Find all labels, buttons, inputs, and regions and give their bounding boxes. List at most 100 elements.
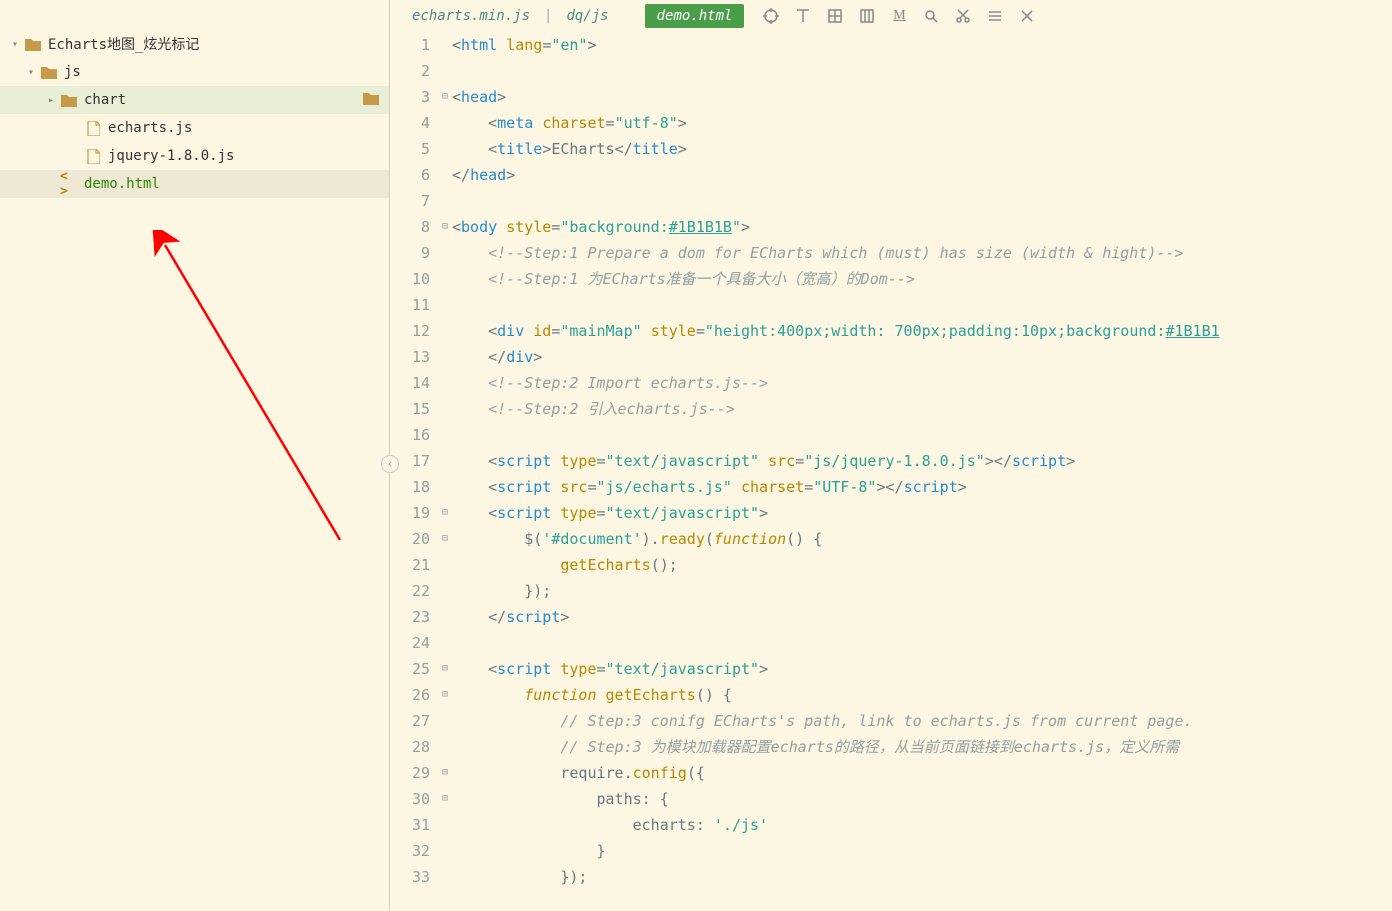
code-line[interactable]: function getEcharts() { [452, 682, 1392, 708]
code-line[interactable] [452, 188, 1392, 214]
expand-arrow-icon[interactable]: ▾ [12, 39, 24, 50]
code-line[interactable]: <script type="text/javascript"> [452, 500, 1392, 526]
line-number: 24 [390, 630, 430, 656]
editor-pane: echarts.min.js | dq/js demo.html M 12345… [390, 0, 1392, 911]
code-line[interactable]: getEcharts(); [452, 552, 1392, 578]
fold-marker [438, 32, 452, 58]
code-line[interactable]: <body style="background:#1B1B1B"> [452, 214, 1392, 240]
expand-arrow-icon[interactable]: ▾ [28, 67, 40, 78]
line-number: 13 [390, 344, 430, 370]
code-line[interactable]: echarts: './js' [452, 812, 1392, 838]
code-line[interactable]: <!--Step:1 Prepare a dom for ECharts whi… [452, 240, 1392, 266]
code-line[interactable]: paths: { [452, 786, 1392, 812]
close-icon[interactable] [1018, 7, 1036, 25]
tree-item-5[interactable]: < >demo.html [0, 170, 389, 198]
tab-right-icon[interactable] [794, 7, 812, 25]
line-number: 21 [390, 552, 430, 578]
code-line[interactable] [452, 422, 1392, 448]
match-icon[interactable]: M [890, 7, 908, 25]
line-number: 7 [390, 188, 430, 214]
code-line[interactable]: <script type="text/javascript"> [452, 656, 1392, 682]
code-line[interactable]: }); [452, 864, 1392, 890]
code-line[interactable]: // Step:3 为模块加载器配置echarts的路径，从当前页面链接到ech… [452, 734, 1392, 760]
tab-separator: | [542, 8, 554, 24]
fold-marker[interactable]: ⊟ [438, 760, 452, 786]
code-line[interactable]: </head> [452, 162, 1392, 188]
fold-marker[interactable]: ⊟ [438, 214, 452, 240]
code-line[interactable]: // Step:3 conifg ECharts's path, link to… [452, 708, 1392, 734]
fold-marker [438, 396, 452, 422]
fold-marker [438, 708, 452, 734]
code-line[interactable]: </script> [452, 604, 1392, 630]
code-line[interactable]: <script src="js/echarts.js" charset="UTF… [452, 474, 1392, 500]
tree-item-4[interactable]: jquery-1.8.0.js [0, 142, 389, 170]
line-number: 2 [390, 58, 430, 84]
code-editor[interactable]: 1234567891011121314151617181920212223242… [390, 32, 1392, 911]
fold-marker [438, 370, 452, 396]
menu-icon[interactable] [986, 7, 1004, 25]
code-line[interactable]: } [452, 838, 1392, 864]
folder-open-icon[interactable] [363, 92, 379, 109]
search-icon[interactable] [922, 7, 940, 25]
tab-inactive-1[interactable]: echarts.min.js [400, 4, 542, 28]
code-line[interactable]: <title>ECharts</title> [452, 136, 1392, 162]
tree-item-label: chart [84, 92, 126, 108]
tree-item-0[interactable]: ▾ Echarts地图_炫光标记 [0, 30, 389, 58]
fold-marker [438, 474, 452, 500]
fold-marker[interactable]: ⊟ [438, 84, 452, 110]
tree-item-label: jquery-1.8.0.js [108, 148, 234, 164]
fold-marker [438, 58, 452, 84]
columns-icon[interactable] [858, 7, 876, 25]
expand-arrow-icon[interactable]: ▸ [48, 95, 60, 106]
folder-icon [60, 92, 78, 108]
code-line[interactable]: $('#document').ready(function() { [452, 526, 1392, 552]
code-line[interactable]: <!--Step:1 为ECharts准备一个具备大小（宽高）的Dom--> [452, 266, 1392, 292]
line-number: 3 [390, 84, 430, 110]
fold-column[interactable]: ⊟⊟⊟⊟⊟⊟⊟⊟ [438, 32, 452, 911]
cut-icon[interactable] [954, 7, 972, 25]
code-file-icon: < > [60, 176, 78, 192]
line-number: 29 [390, 760, 430, 786]
code-line[interactable] [452, 630, 1392, 656]
sidebar-collapse-handle[interactable]: ‹ [381, 455, 399, 473]
code-line[interactable] [452, 292, 1392, 318]
code-line[interactable]: <head> [452, 84, 1392, 110]
tree-item-2[interactable]: ▸ chart [0, 86, 389, 114]
tree-item-1[interactable]: ▾js [0, 58, 389, 86]
fold-marker[interactable]: ⊟ [438, 526, 452, 552]
line-number: 25 [390, 656, 430, 682]
code-line[interactable] [452, 58, 1392, 84]
line-number: 1 [390, 32, 430, 58]
fold-marker[interactable]: ⊟ [438, 656, 452, 682]
line-number: 15 [390, 396, 430, 422]
tab-active[interactable]: demo.html [645, 4, 745, 28]
code-line[interactable]: <!--Step:2 Import echarts.js--> [452, 370, 1392, 396]
fold-marker[interactable]: ⊟ [438, 500, 452, 526]
code-line[interactable]: <div id="mainMap" style="height:400px;wi… [452, 318, 1392, 344]
code-line[interactable]: }); [452, 578, 1392, 604]
fold-marker[interactable]: ⊟ [438, 786, 452, 812]
line-number: 30 [390, 786, 430, 812]
fold-marker [438, 162, 452, 188]
code-content[interactable]: <html lang="en"> <head> <meta charset="u… [452, 32, 1392, 911]
fold-marker [438, 292, 452, 318]
fold-marker [438, 552, 452, 578]
tree-item-label: Echarts地图_炫光标记 [48, 34, 199, 54]
line-number: 26 [390, 682, 430, 708]
tab-inactive-2[interactable]: dq/js [554, 4, 620, 28]
grid-icon[interactable] [826, 7, 844, 25]
line-number-gutter: 1234567891011121314151617181920212223242… [390, 32, 438, 911]
code-line[interactable]: <!--Step:2 引入echarts.js--> [452, 396, 1392, 422]
line-number: 9 [390, 240, 430, 266]
code-line[interactable]: <script type="text/javascript" src="js/j… [452, 448, 1392, 474]
target-icon[interactable] [762, 7, 780, 25]
fold-marker [438, 630, 452, 656]
tree-item-3[interactable]: echarts.js [0, 114, 389, 142]
code-line[interactable]: <meta charset="utf-8"> [452, 110, 1392, 136]
code-line[interactable]: <html lang="en"> [452, 32, 1392, 58]
code-line[interactable]: require.config({ [452, 760, 1392, 786]
line-number: 8 [390, 214, 430, 240]
fold-marker[interactable]: ⊟ [438, 682, 452, 708]
line-number: 19 [390, 500, 430, 526]
code-line[interactable]: </div> [452, 344, 1392, 370]
